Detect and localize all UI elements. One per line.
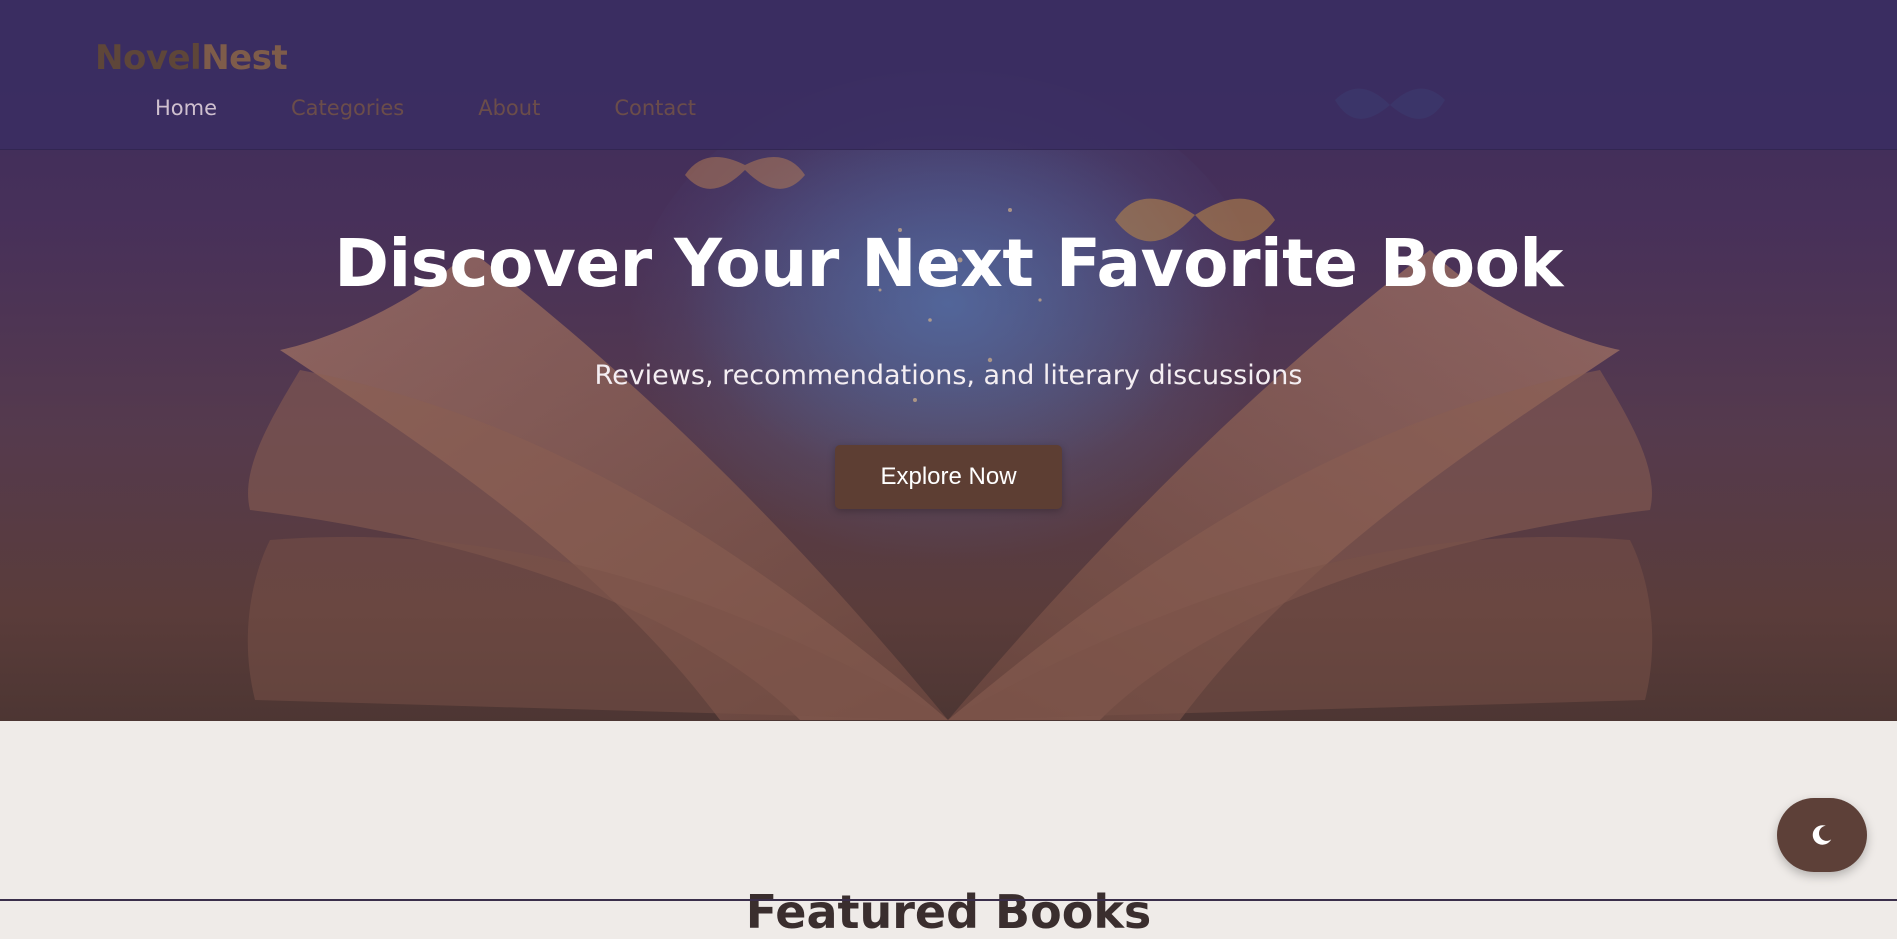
hero-subtitle: Reviews, recommendations, and literary d… (594, 360, 1303, 391)
featured-section-title: Featured Books (745, 885, 1152, 939)
main-nav: Home Categories About Contact (155, 96, 770, 120)
top-navbar: NovelNest Home Categories About Contact (0, 0, 1897, 150)
moon-icon (1812, 825, 1832, 845)
nav-link-contact[interactable]: Contact (614, 96, 696, 120)
site-logo[interactable]: NovelNest (95, 38, 288, 78)
hero-section: NovelNest Home Categories About Contact … (0, 0, 1897, 721)
nav-link-about[interactable]: About (478, 96, 540, 120)
explore-now-button[interactable]: Explore Now (835, 445, 1062, 509)
nav-link-categories[interactable]: Categories (291, 96, 404, 120)
nav-link-home[interactable]: Home (155, 96, 217, 120)
logo-text-novel: Novel (95, 38, 202, 78)
hero-title: Discover Your Next Favorite Book (334, 225, 1563, 302)
logo-text-nest: Nest (201, 38, 288, 78)
theme-toggle-button[interactable] (1777, 798, 1867, 872)
